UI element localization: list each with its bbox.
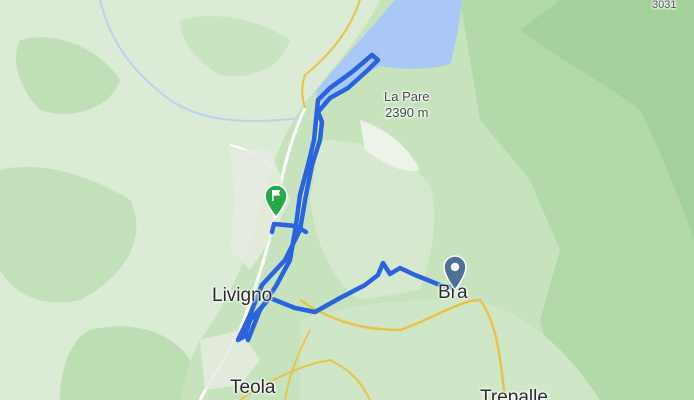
peak-label: La Pare 2390 m [384, 90, 430, 119]
elevation-label: 3031 [652, 0, 677, 11]
map-view[interactable]: La Pare 2390 m Livigno Bra Teola Trepall… [0, 0, 694, 400]
map-canvas[interactable] [0, 0, 694, 400]
town-label-teola: Teola [230, 377, 276, 398]
town-label-livigno: Livigno [212, 285, 273, 306]
peak-elevation: 2390 m [385, 105, 429, 120]
town-label-trepalle: Trepalle [480, 387, 548, 400]
peak-name: La Pare [384, 89, 430, 104]
